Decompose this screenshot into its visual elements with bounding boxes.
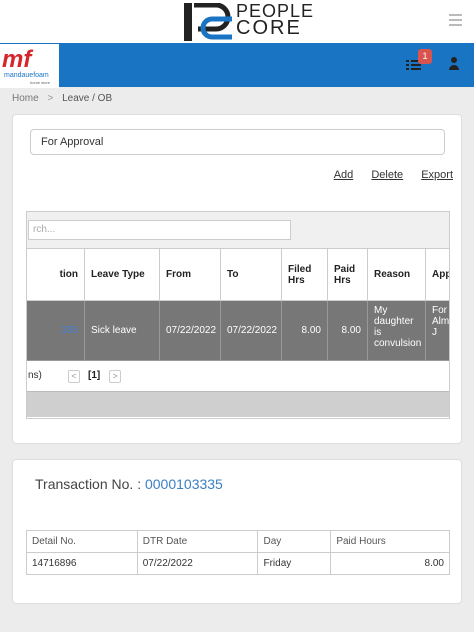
pager-rows-text: ns) (28, 370, 42, 381)
transaction-number: 0000103335 (144, 476, 223, 492)
detail-cell-dtr-date: 07/22/2022 (136, 552, 259, 575)
detail-cell-paid-hours: 8.00 (330, 552, 450, 575)
cell-approval: For First A -> Almario Analissa J (425, 300, 449, 361)
cell-to: 07/22/2022 (220, 300, 282, 361)
status-filter-select[interactable]: For Approval (30, 129, 445, 155)
hamburger-menu-icon[interactable] (449, 14, 462, 26)
column-header-leave-type[interactable]: Leave Type (84, 248, 160, 301)
brand-mark: mf (2, 46, 32, 73)
leave-table: tion Leave Type From To Filed Hrs Paid H… (27, 248, 449, 361)
cell-leave-type: Sick leave (84, 300, 160, 361)
table-header-row: tion Leave Type From To Filed Hrs Paid H… (27, 248, 449, 301)
brand-logo[interactable]: mf mandauefoam home store (0, 44, 59, 88)
column-header-to[interactable]: To (220, 248, 282, 301)
grid-pager: ns) < [1] > (27, 361, 449, 391)
logo-line-2: CORE (236, 17, 302, 39)
column-header-reason[interactable]: Reason (367, 248, 426, 301)
transaction-title: Transaction No. : 0000103335 (35, 476, 223, 492)
transaction-detail-panel: Transaction No. : 0000103335 Detail No. … (12, 459, 462, 604)
user-icon[interactable] (448, 56, 460, 70)
peoplecore-logo-icon (184, 3, 232, 41)
detail-header-day: Day (257, 530, 332, 553)
detail-cell-day: Friday (257, 552, 332, 575)
cell-transaction-link[interactable]: 335 (27, 300, 85, 361)
cell-reason: My daughter is convulsion (367, 300, 426, 361)
table-row: 14716896 07/22/2022 Friday 8.00 (26, 552, 450, 575)
cell-from: 07/22/2022 (159, 300, 221, 361)
column-header-paid-hrs[interactable]: Paid Hrs (327, 248, 368, 301)
cell-paid-hrs: 8.00 (327, 300, 368, 361)
detail-table: Detail No. DTR Date Day Paid Hours 14716… (26, 530, 450, 575)
top-bar: PEOPLE CORE (0, 0, 474, 43)
peoplecore-logo-text: PEOPLE CORE (236, 2, 314, 39)
brand-name: mandauefoam (4, 72, 49, 79)
pager-next-button[interactable]: > (109, 370, 121, 383)
delete-link[interactable]: Delete (371, 169, 403, 181)
grid-search-input[interactable]: rch... (28, 220, 291, 240)
detail-header-detail-no: Detail No. (26, 530, 138, 553)
column-header-from[interactable]: From (159, 248, 221, 301)
table-row[interactable]: 335 Sick leave 07/22/2022 07/22/2022 8.0… (27, 300, 449, 361)
pager-current-page: [1] (88, 370, 101, 381)
add-link[interactable]: Add (334, 169, 354, 181)
detail-header-dtr-date: DTR Date (136, 530, 259, 553)
breadcrumb-home[interactable]: Home (12, 93, 39, 104)
pager-prev-button[interactable]: < (68, 370, 80, 383)
breadcrumb-current: Leave / OB (62, 93, 113, 104)
leave-list-panel: For Approval Add Delete Export rch... ti… (12, 114, 462, 444)
detail-header-paid-hours: Paid Hours (330, 530, 450, 553)
breadcrumb: Home > Leave / OB (12, 93, 112, 104)
grid-footer-bar (27, 391, 449, 417)
cell-filed-hrs: 8.00 (281, 300, 328, 361)
grid-search-row: rch... (27, 212, 449, 248)
detail-cell-detail-no: 14716896 (26, 552, 138, 575)
transaction-label: Transaction No. : (35, 476, 142, 492)
export-link[interactable]: Export (421, 169, 453, 181)
column-header-transaction[interactable]: tion (27, 248, 85, 301)
action-links: Add Delete Export (319, 169, 453, 181)
column-header-filed-hrs[interactable]: Filed Hrs (281, 248, 328, 301)
breadcrumb-separator: > (47, 93, 54, 104)
leave-grid[interactable]: rch... tion Leave Type From To Filed Hrs… (26, 211, 450, 419)
detail-header-row: Detail No. DTR Date Day Paid Hours (26, 530, 450, 553)
notification-badge: 1 (418, 49, 432, 64)
brand-subtitle: home store (30, 80, 51, 85)
column-header-approval[interactable]: Approval (425, 248, 449, 301)
